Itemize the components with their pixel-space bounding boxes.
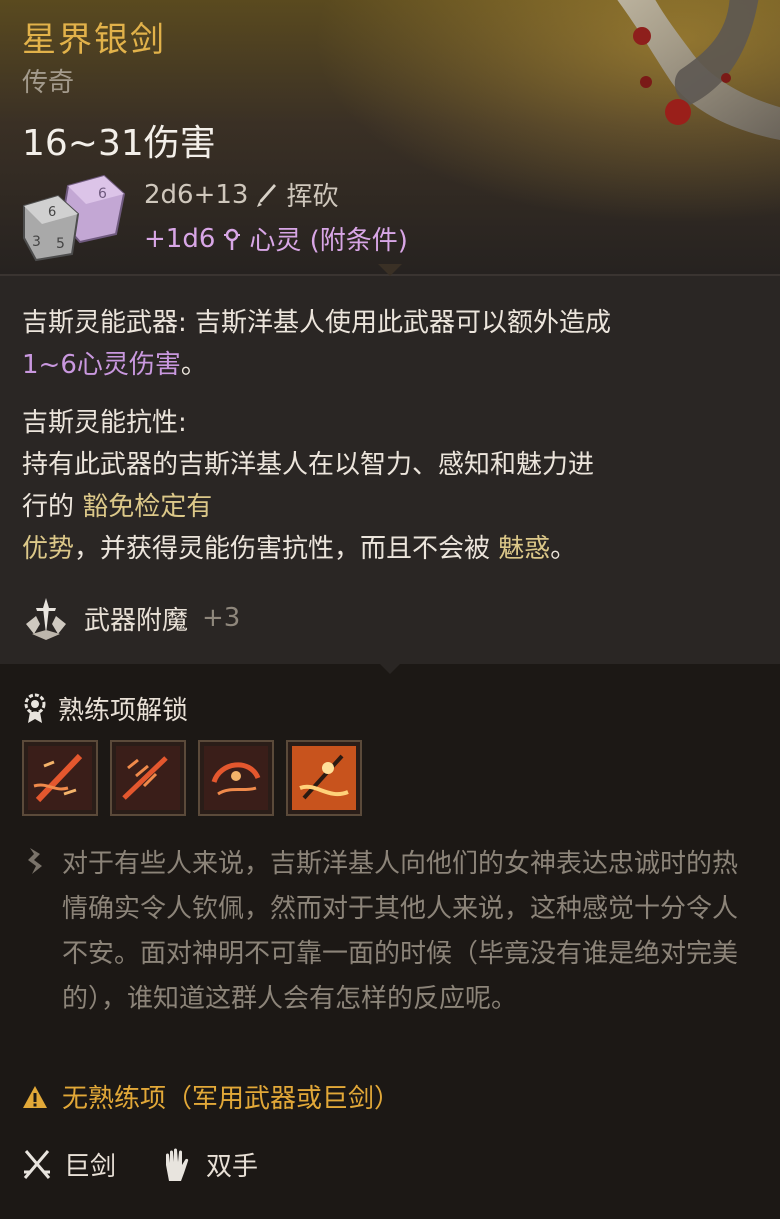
enchantment-icon [26,598,66,640]
proficiency-title: 熟练项解锁 [58,696,189,726]
two-handed-icon [166,1148,189,1181]
passive-text-end: 。 [180,350,207,380]
greatsword-icon [23,1149,51,1179]
passive-text: 行的 [22,492,83,522]
bonus-dice: +1d6 [144,223,216,254]
passive-psionic-weapon: 吉斯灵能武器: 吉斯洋基人使用此武器可以额外造成 1~6心灵伤害。 [22,302,742,386]
item-name: 星界银剑 [22,20,166,60]
lacerate-action-icon [116,746,180,810]
psychic-damage-icon [224,228,241,250]
passive-text-end: 。 [550,534,577,564]
svg-text:3: 3 [32,234,41,250]
damage-range: 16~31伤害 [22,123,216,164]
saving-throw-link[interactable]: 豁免检定有 [82,492,212,522]
flavor-text: 对于有些人来说，吉斯洋基人向他们的女神表达忠诚时的热情确实令人钦佩，然而对于其他… [62,849,739,1014]
primary-damage-type: 挥砍 [286,182,339,212]
item-rarity: 传奇 [22,68,75,98]
svg-text:6: 6 [98,186,107,202]
handedness: 双手 [206,1152,259,1182]
section-notch [378,264,402,276]
charmed-link[interactable]: 魅惑 [498,534,550,564]
cleave-action-icon [204,746,268,810]
primary-dice: 2d6+13 [144,179,249,210]
passive-text: 吉斯洋基人使用此武器可以额外造成 [186,308,612,338]
primary-damage-roll: 2d6+13 挥砍 [144,176,338,213]
proficiency-warning: 无熟练项（军用武器或巨剑） [22,1078,400,1115]
svg-text:5: 5 [56,236,65,252]
advantage-link[interactable]: 优势 [22,534,74,564]
item-header: 星界银剑 传奇 16~31伤害 6 6 3 5 2d6+13 挥砍 +1d6 心… [0,0,780,276]
passive-psionic-resistance: 吉斯灵能抗性: 持有此武器的吉斯洋基人在以智力、感知和魅力进 行的 豁免检定有 … [22,402,742,570]
passive-highlight: 1~6心灵伤害 [22,350,181,380]
passive-title: 吉斯灵能武器: [22,308,187,338]
weapon-enchantment: 武器附魔 +3 [22,594,240,642]
weapon-tags: 巨剑 双手 [22,1146,258,1183]
action-tile-slash[interactable] [22,740,98,816]
enchantment-value: +3 [202,603,241,633]
passive-text: ，并获得灵能伤害抗性，而且不会被 [74,534,499,564]
enchantment-label: 武器附魔 [84,605,189,636]
passive-title: 吉斯灵能抗性: [22,408,187,438]
bonus-damage-type: 心灵 (附条件) [249,226,408,256]
medal-icon [24,693,46,723]
slash-action-icon [28,746,92,810]
proficiency-unlock-header: 熟练项解锁 [22,690,188,727]
action-tile-rush-attack[interactable] [286,740,362,816]
sword-artwork-icon [617,0,780,140]
action-tile-lacerate[interactable] [110,740,186,816]
action-tile-cleave[interactable] [198,740,274,816]
svg-text:6: 6 [48,205,56,220]
warning-icon [23,1085,47,1108]
section-notch [378,662,402,674]
warning-text: 无熟练项（军用武器或巨剑） [62,1084,401,1114]
bonus-damage-roll: +1d6 心灵 (附条件) [144,220,408,257]
weapon-type: 巨剑 [64,1152,117,1182]
dice-icon: 6 6 3 5 [23,174,126,262]
slashing-damage-icon [257,183,277,207]
quote-icon [28,848,42,874]
passive-text: 持有此武器的吉斯洋基人在以智力、感知和魅力进 [22,450,595,480]
rush-attack-action-icon [292,746,356,810]
